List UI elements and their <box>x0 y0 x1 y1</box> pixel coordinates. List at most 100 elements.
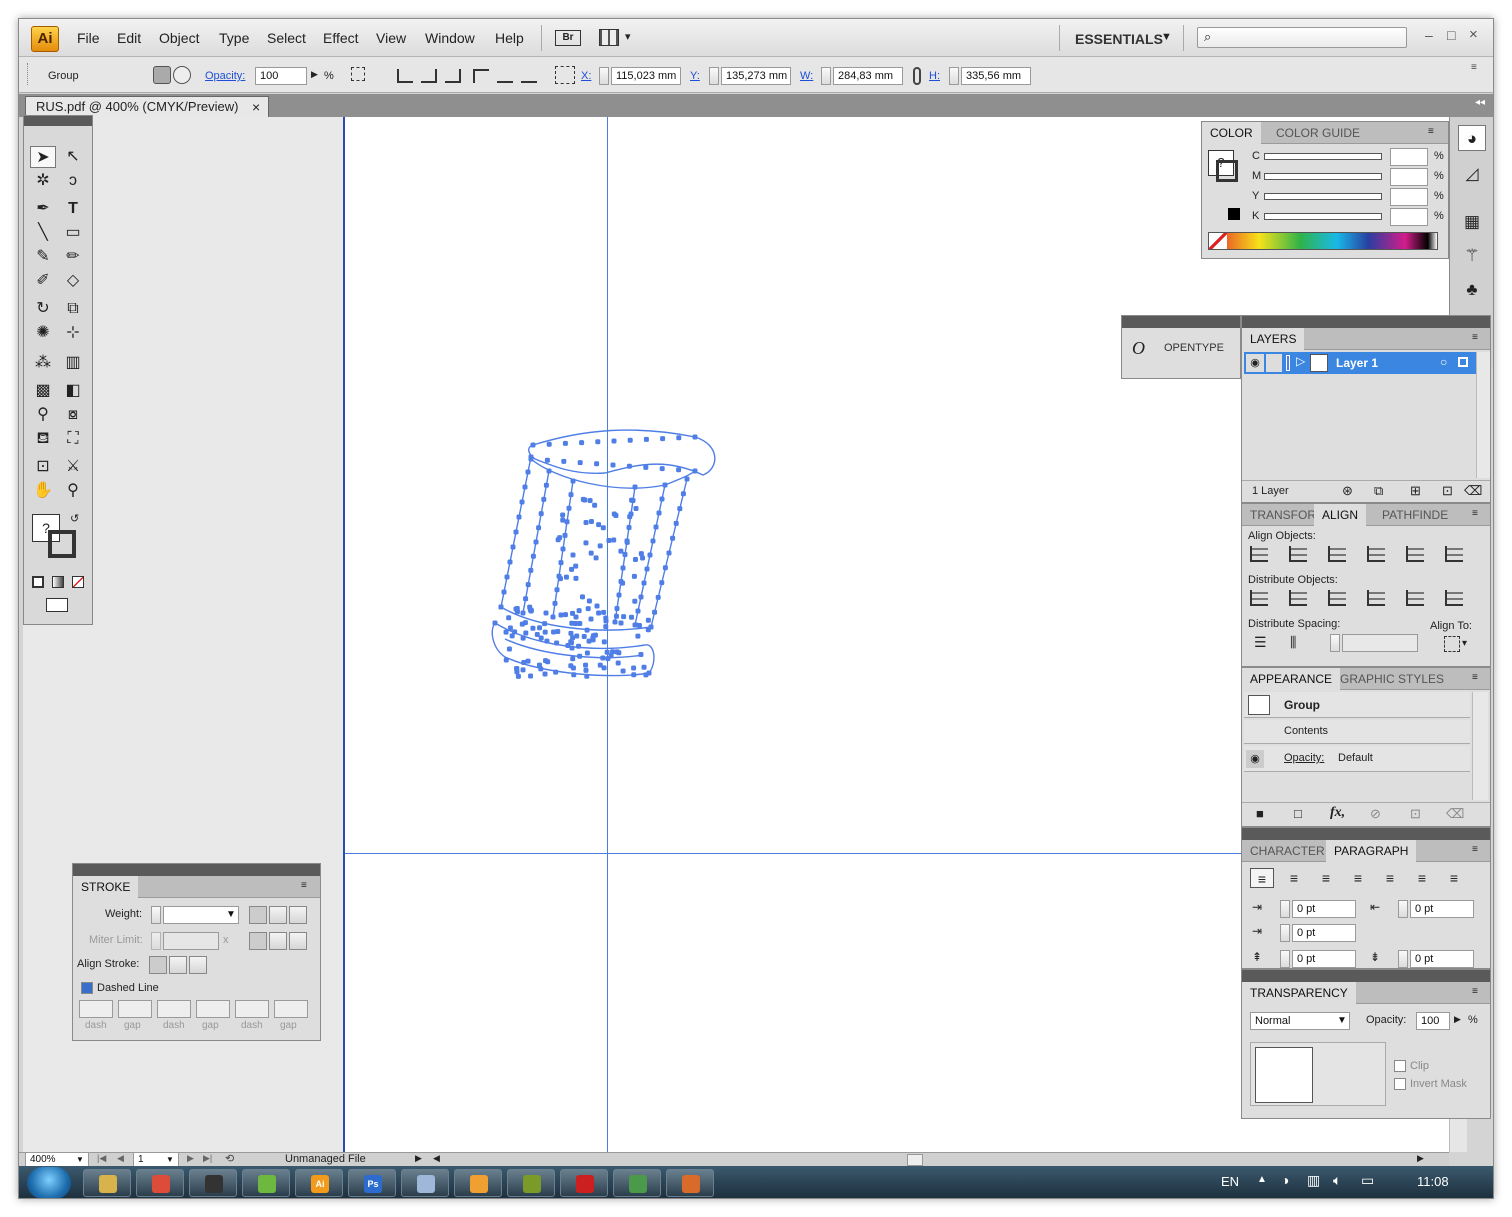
panel-titlebar[interactable] <box>1242 828 1490 840</box>
workspace-switcher[interactable]: ESSENTIALS <box>1075 31 1163 47</box>
scroll-left-icon[interactable]: ◀ <box>433 1153 440 1164</box>
menu-help[interactable]: Help <box>495 30 524 46</box>
trash-icon[interactable]: ⌫ <box>1446 806 1464 822</box>
color-panel-icon[interactable]: ◕ <box>1458 125 1486 151</box>
w-label[interactable]: W: <box>800 70 813 82</box>
blend-tool-icon[interactable]: ⧇ <box>60 404 86 426</box>
warp-tool-icon[interactable]: ✺ <box>30 322 56 344</box>
justify-all-icon[interactable]: ≡ <box>1442 868 1466 888</box>
zoom-tool-icon[interactable]: ⚲ <box>60 480 86 502</box>
stroke-swatch[interactable] <box>1216 160 1238 182</box>
status-menu-icon[interactable]: ⟲ <box>225 1152 234 1165</box>
align-left-icon[interactable] <box>1250 546 1268 562</box>
horizontal-scroll-thumb[interactable] <box>907 1154 923 1166</box>
dash-gap-input[interactable] <box>157 1000 191 1018</box>
reference-point-icon[interactable] <box>555 66 575 84</box>
bridge-button[interactable]: Br <box>555 30 581 46</box>
layer-row[interactable]: ◉ ▷ Layer 1 ○ <box>1244 352 1476 374</box>
selection-tool-icon[interactable]: ➤ <box>30 146 56 168</box>
live-paint-selection-tool-icon[interactable]: ⛶ <box>60 428 86 450</box>
dash-gap-input[interactable] <box>235 1000 269 1018</box>
channel-y-input[interactable] <box>1390 188 1428 206</box>
dashed-line-checkbox[interactable] <box>81 982 93 994</box>
chevron-down-icon[interactable]: ▼ <box>166 1153 174 1166</box>
chevron-down-icon[interactable]: ▼ <box>1161 31 1172 43</box>
panel-menu-icon[interactable]: ≡ <box>1472 844 1478 855</box>
status-arrow-icon[interactable]: ▶ <box>415 1153 422 1164</box>
channel-k-input[interactable] <box>1390 208 1428 226</box>
spacing-input[interactable] <box>1342 634 1418 652</box>
panel-titlebar[interactable] <box>1122 316 1240 328</box>
panel-menu-icon[interactable]: ≡ <box>1472 332 1478 343</box>
add-fill-icon[interactable]: □ <box>1294 806 1302 821</box>
align-right-text-icon[interactable]: ≡ <box>1314 868 1338 888</box>
expand-layer-icon[interactable]: ▷ <box>1296 354 1305 368</box>
new-layer-icon[interactable]: ⊡ <box>1442 483 1453 499</box>
pen-tool-icon[interactable]: ✒ <box>30 198 56 220</box>
graph-tool-icon[interactable]: ▥ <box>60 352 86 374</box>
w-input[interactable]: 284,83 mm <box>833 67 903 85</box>
align-to-selection-icon[interactable] <box>1444 636 1460 652</box>
tab-pathfinder[interactable]: PATHFINDE <box>1374 504 1456 526</box>
taskbar-player-button[interactable] <box>454 1169 502 1197</box>
scale-tool-icon[interactable]: ⧉ <box>60 298 86 320</box>
swatches-panel-icon[interactable]: ▦ <box>1458 209 1486 235</box>
taskbar-app-green-button[interactable] <box>242 1169 290 1197</box>
distribute-bottom-icon[interactable] <box>1328 590 1346 606</box>
eyedropper-tool-icon[interactable]: ⚲ <box>30 404 56 426</box>
opacity-arrow-icon[interactable]: ▶ <box>1454 1014 1461 1025</box>
first-line-indent-input[interactable]: 0 pt <box>1292 924 1356 942</box>
taskbar-tool-button[interactable] <box>613 1169 661 1197</box>
object-thumbnail[interactable] <box>1255 1047 1313 1103</box>
transparency-opacity-input[interactable]: 100 <box>1416 1012 1450 1030</box>
locate-object-icon[interactable]: ⊛ <box>1342 483 1353 499</box>
justify-left-icon[interactable]: ≡ <box>1346 868 1370 888</box>
miter-limit-input[interactable] <box>163 932 219 950</box>
left-indent-input[interactable]: 0 pt <box>1292 900 1356 918</box>
selected-vector-group[interactable] <box>465 417 725 697</box>
appearance-opacity-label[interactable]: Opacity: <box>1284 752 1324 764</box>
round-join-button[interactable] <box>269 932 287 950</box>
artboard-tool-icon[interactable]: ⊡ <box>30 456 56 478</box>
taskbar-explorer-button[interactable] <box>83 1169 131 1197</box>
right-indent-spinner[interactable] <box>1398 900 1408 918</box>
lasso-tool-icon[interactable]: ↄ <box>60 170 86 192</box>
panel-menu-icon[interactable]: ≡ <box>1472 508 1478 519</box>
menu-view[interactable]: View <box>376 30 406 46</box>
distribute-left-icon[interactable] <box>1367 590 1385 606</box>
add-stroke-icon[interactable]: ■ <box>1256 806 1264 821</box>
align-bottom-icon[interactable] <box>521 69 537 83</box>
chevron-down-icon[interactable]: ▼ <box>226 907 236 923</box>
tab-color-guide[interactable]: COLOR GUIDE <box>1268 122 1368 144</box>
align-stroke-inside-button[interactable] <box>169 956 187 974</box>
align-stroke-center-button[interactable] <box>149 956 167 974</box>
screen-mode-icon[interactable] <box>46 598 68 612</box>
align-bottom-icon[interactable] <box>1445 546 1463 562</box>
fx-icon[interactable]: fx, <box>1330 805 1345 821</box>
panel-menu-icon[interactable]: ≡ <box>1472 986 1478 997</box>
justify-center-icon[interactable]: ≡ <box>1378 868 1402 888</box>
new-sublayer-icon[interactable]: ⊞ <box>1410 483 1421 499</box>
minimize-button[interactable]: – <box>1425 27 1433 43</box>
w-spinner[interactable] <box>821 67 831 85</box>
align-left-icon[interactable] <box>397 69 413 83</box>
align-right-icon[interactable] <box>445 69 461 83</box>
tab-transform[interactable]: TRANSFOR <box>1242 504 1324 526</box>
gradient-tool-icon[interactable]: ◧ <box>60 380 86 402</box>
start-button[interactable] <box>27 1167 71 1198</box>
invert-mask-checkbox[interactable] <box>1394 1078 1406 1090</box>
none-mode-icon[interactable] <box>72 576 84 588</box>
duplicate-item-icon[interactable]: ⊡ <box>1410 806 1421 822</box>
tab-stroke[interactable]: STROKE <box>73 876 139 898</box>
hand-tool-icon[interactable]: ✋ <box>30 480 56 502</box>
opacity-input[interactable]: 100 <box>255 67 307 85</box>
align-hcenter-icon[interactable] <box>421 69 437 83</box>
opacity-arrow-icon[interactable]: ▶ <box>311 69 318 80</box>
opacity-label[interactable]: Opacity: <box>205 70 245 82</box>
space-before-spinner[interactable] <box>1280 950 1290 968</box>
x-spinner[interactable] <box>599 67 609 85</box>
panel-menu-icon[interactable]: ≡ <box>301 880 307 891</box>
opentype-label[interactable]: OPENTYPE <box>1164 342 1224 354</box>
clock[interactable]: 11:08 <box>1417 1174 1449 1189</box>
taskbar-opera-button[interactable] <box>560 1169 608 1197</box>
